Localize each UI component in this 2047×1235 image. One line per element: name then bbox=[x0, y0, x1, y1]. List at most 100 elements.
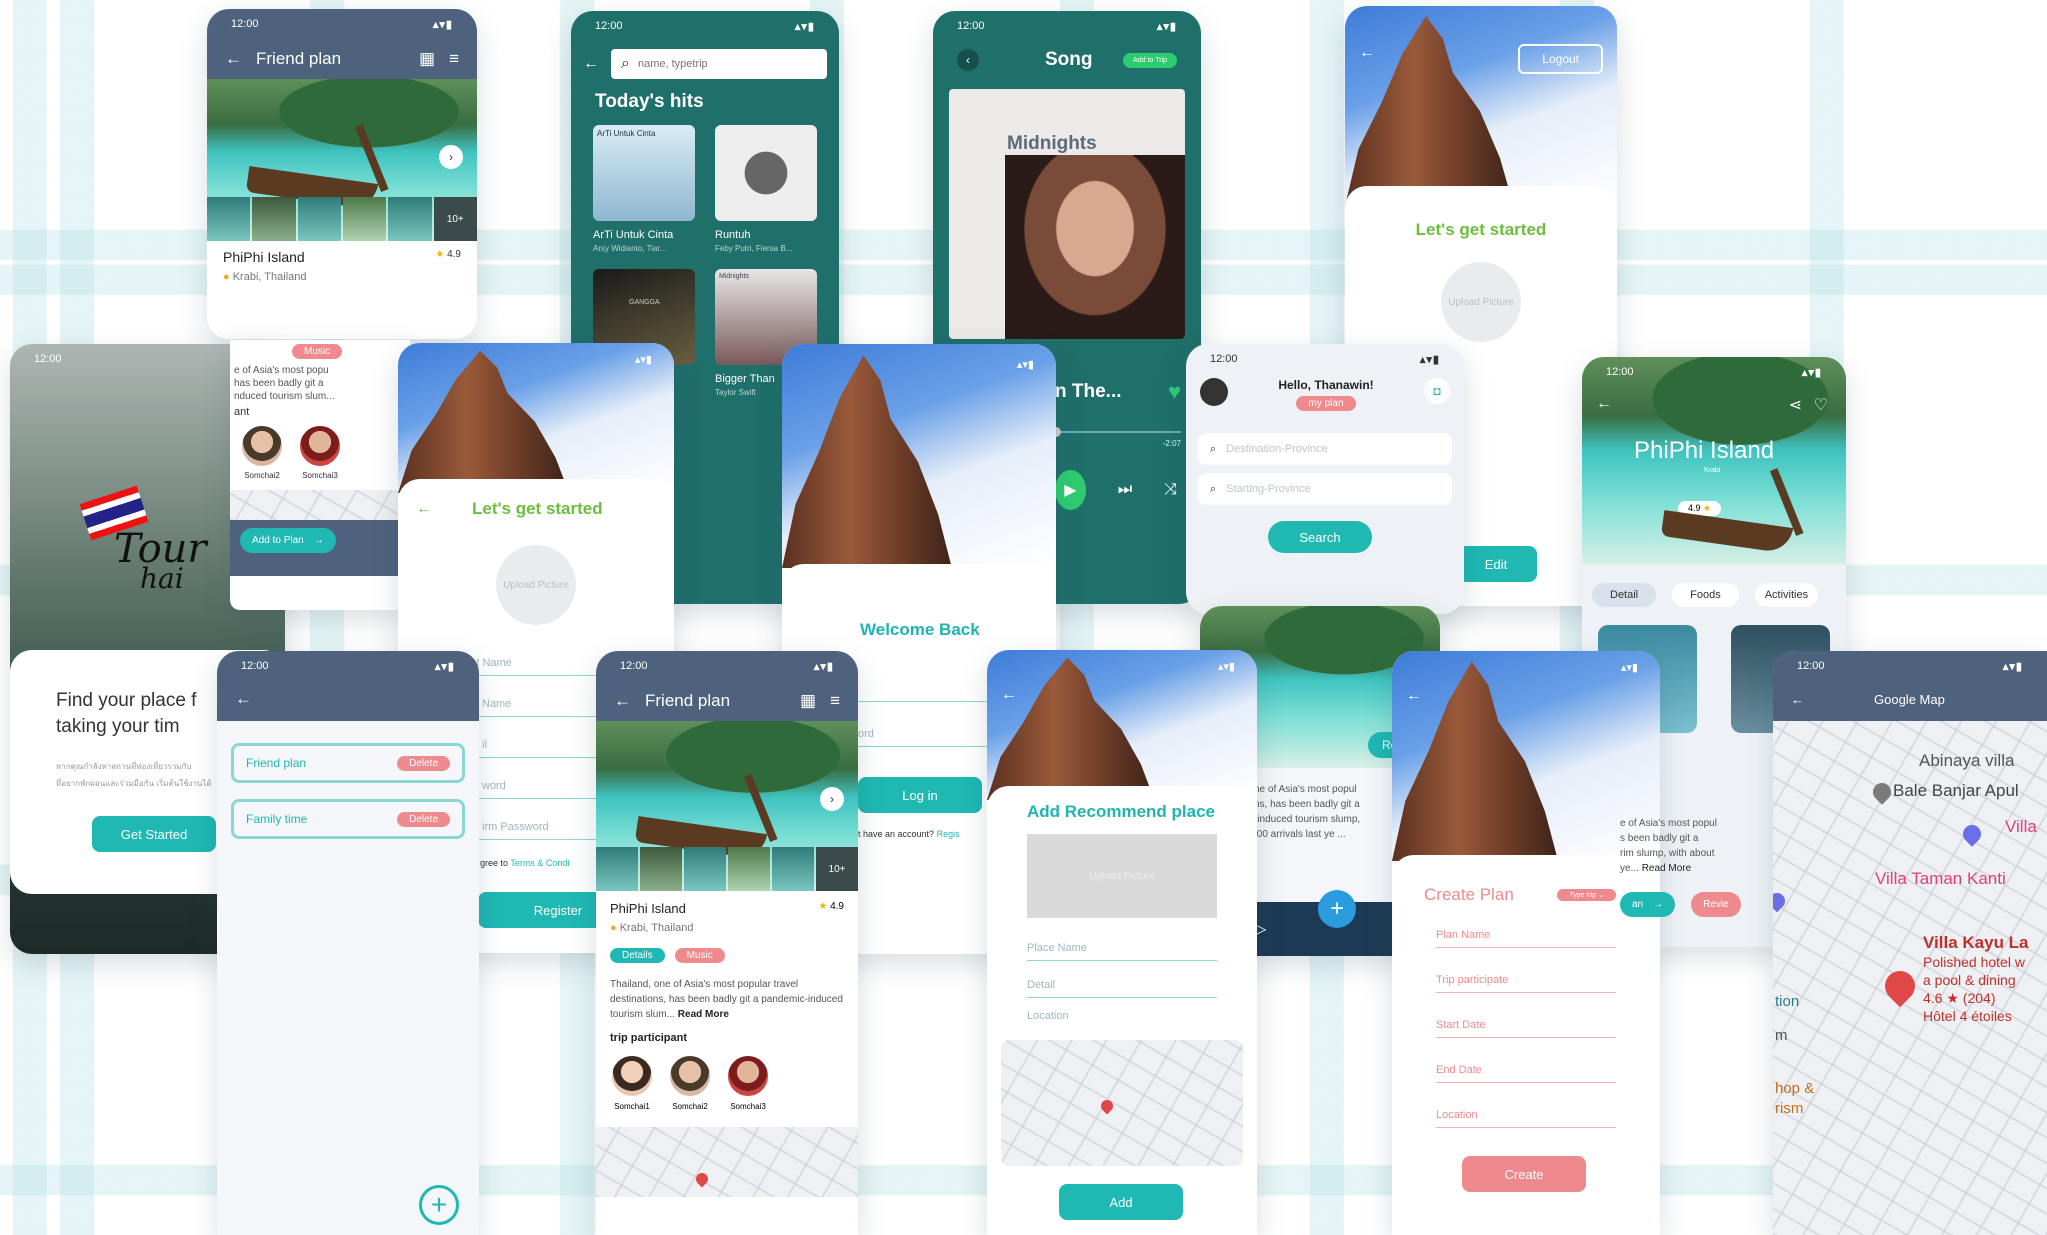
back-arrow-icon[interactable]: ← bbox=[225, 49, 242, 69]
login-button[interactable]: Log in bbox=[858, 777, 982, 813]
back-arrow-icon[interactable]: ← bbox=[614, 691, 631, 711]
notification-icon[interactable]: ◘ bbox=[1424, 378, 1450, 404]
card-heading: Let's get started bbox=[472, 499, 603, 518]
read-more-link[interactable]: Read More bbox=[1642, 863, 1691, 874]
details-pill[interactable]: Details bbox=[610, 948, 665, 963]
next-arrow-icon[interactable]: › bbox=[439, 145, 463, 169]
delete-button[interactable]: Delete bbox=[397, 755, 450, 771]
photo-thumb[interactable] bbox=[342, 197, 387, 241]
avatar[interactable] bbox=[726, 1054, 770, 1098]
avatar[interactable] bbox=[240, 424, 284, 468]
upload-picture[interactable]: Upload Picture bbox=[1027, 834, 1217, 918]
add-plan-icon[interactable]: + bbox=[419, 1185, 459, 1225]
participant-name: Somchai2 bbox=[672, 1102, 708, 1111]
back-arrow-icon[interactable]: ← bbox=[1001, 686, 1017, 704]
review-button[interactable]: Revie bbox=[1691, 892, 1741, 917]
photo-thumb[interactable] bbox=[684, 847, 726, 891]
delete-button[interactable]: Delete bbox=[397, 811, 450, 827]
search-input[interactable] bbox=[637, 58, 817, 70]
add-to-trip-button[interactable]: Add to Trip bbox=[1123, 52, 1177, 68]
shuffle-icon[interactable]: ⤨ bbox=[1164, 481, 1177, 499]
back-arrow-icon[interactable]: ← bbox=[583, 55, 599, 73]
add-fab-icon[interactable]: + bbox=[1318, 890, 1357, 928]
my-plan-pill[interactable]: my plan bbox=[1296, 396, 1356, 411]
add-plan-button[interactable]: an → bbox=[1620, 892, 1676, 917]
photo-thumb[interactable] bbox=[596, 847, 638, 891]
plan-name-field[interactable]: Plan Name bbox=[1436, 925, 1616, 948]
terms-link[interactable]: Terms & Condi bbox=[510, 858, 569, 868]
start-date-field[interactable]: Start Date bbox=[1436, 1015, 1616, 1038]
google-map-view[interactable]: Abinaya villa Bale Banjar Apul Villa Vil… bbox=[1773, 721, 2047, 1235]
trip-participate-field[interactable]: Trip participate bbox=[1436, 970, 1616, 993]
heart-outline-icon[interactable]: ♡ bbox=[1814, 395, 1828, 415]
register-link[interactable]: Regis bbox=[937, 829, 960, 839]
back-arrow-icon[interactable]: ← bbox=[1791, 692, 1804, 707]
photo-thumb[interactable] bbox=[728, 847, 770, 891]
calendar-icon[interactable]: ▦ bbox=[800, 691, 816, 711]
create-button[interactable]: Create bbox=[1462, 1156, 1586, 1192]
plan-item[interactable]: Family time Delete bbox=[231, 799, 465, 839]
get-started-button[interactable]: Get Started bbox=[92, 816, 216, 852]
starting-input[interactable]: ⌕ Starting-Province bbox=[1198, 473, 1452, 505]
music-pill[interactable]: Music bbox=[674, 948, 725, 963]
location-field[interactable]: Location bbox=[1027, 1006, 1217, 1028]
photo-thumb[interactable] bbox=[772, 847, 814, 891]
logout-button[interactable]: Logout bbox=[1518, 44, 1603, 74]
desc-line4: ye... bbox=[1620, 863, 1639, 874]
play-button[interactable]: ▶ bbox=[1055, 470, 1086, 510]
heart-icon[interactable]: ♥ bbox=[1168, 379, 1181, 405]
edit-button[interactable]: Edit bbox=[1455, 546, 1537, 582]
map-left-label: tion bbox=[1775, 993, 1800, 1010]
selected-pin-icon[interactable] bbox=[1878, 964, 1922, 1008]
progress-bar[interactable] bbox=[1051, 427, 1181, 437]
next-arrow-icon[interactable]: › bbox=[820, 787, 844, 811]
photo-thumb[interactable] bbox=[207, 197, 251, 241]
search-button[interactable]: Search bbox=[1268, 521, 1372, 553]
back-arrow-icon[interactable]: ← bbox=[1359, 44, 1375, 62]
destination-input[interactable]: ⌕ Destination-Province bbox=[1198, 433, 1452, 465]
hotel-pin-icon[interactable] bbox=[1959, 821, 1985, 847]
tab-activities[interactable]: Activities bbox=[1754, 583, 1819, 607]
photo-thumb[interactable] bbox=[388, 197, 432, 241]
more-photos[interactable]: 10+ bbox=[816, 847, 858, 891]
share-icon[interactable]: ⋖ bbox=[1789, 395, 1802, 415]
avatar[interactable] bbox=[668, 1054, 712, 1098]
more-photos[interactable]: 10+ bbox=[433, 197, 477, 241]
user-avatar[interactable] bbox=[1200, 378, 1228, 406]
back-arrow-icon[interactable]: ← bbox=[1406, 687, 1422, 705]
location-map[interactable] bbox=[1001, 1040, 1243, 1166]
location-pin-icon: ● bbox=[223, 271, 230, 283]
end-date-field[interactable]: End Date bbox=[1436, 1060, 1616, 1083]
avatar[interactable] bbox=[610, 1054, 654, 1098]
map-pin-icon[interactable] bbox=[1869, 779, 1895, 805]
calendar-icon[interactable]: ▦ bbox=[419, 49, 435, 69]
mini-map[interactable] bbox=[596, 1127, 858, 1197]
photo-thumb[interactable] bbox=[297, 197, 341, 241]
upload-picture[interactable]: Upload Picture bbox=[1441, 262, 1521, 342]
back-arrow-icon[interactable]: ← bbox=[1596, 395, 1612, 413]
place-name-field[interactable]: Place Name bbox=[1027, 938, 1217, 961]
photo-thumb[interactable] bbox=[640, 847, 682, 891]
plan-item[interactable]: Friend plan Delete bbox=[231, 743, 465, 783]
mini-map[interactable] bbox=[230, 490, 410, 520]
back-arrow-icon[interactable]: ← bbox=[416, 500, 432, 518]
tab-foods[interactable]: Foods bbox=[1672, 583, 1739, 607]
location-field[interactable]: Location bbox=[1436, 1105, 1616, 1128]
music-pill[interactable]: Music bbox=[292, 344, 343, 359]
menu-icon[interactable]: ≡ bbox=[449, 49, 459, 69]
add-button[interactable]: Add bbox=[1059, 1184, 1183, 1220]
detail-field[interactable]: Detail bbox=[1027, 975, 1217, 998]
add-to-plan-button[interactable]: Add to Plan → bbox=[240, 528, 336, 553]
menu-icon[interactable]: ≡ bbox=[830, 691, 840, 711]
read-more-link[interactable]: Read More bbox=[678, 1009, 729, 1020]
next-track-icon[interactable]: ⏭ bbox=[1118, 481, 1132, 499]
back-circle-icon[interactable]: ‹ bbox=[957, 49, 979, 71]
track-card[interactable]: ArTi Untuk Cinta ArTi Untuk Cinta Arsy W… bbox=[593, 125, 695, 253]
upload-picture[interactable]: Upload Picture bbox=[496, 545, 576, 625]
tab-detail[interactable]: Detail bbox=[1592, 583, 1657, 607]
avatar[interactable] bbox=[298, 424, 342, 468]
back-arrow-icon[interactable]: ← bbox=[235, 689, 252, 709]
type-trip-dropdown[interactable]: Type trip ⌄ bbox=[1557, 889, 1616, 901]
photo-thumb[interactable] bbox=[252, 197, 296, 241]
track-card[interactable]: Runtuh Feby Putri, Fiersa B... bbox=[715, 125, 817, 253]
